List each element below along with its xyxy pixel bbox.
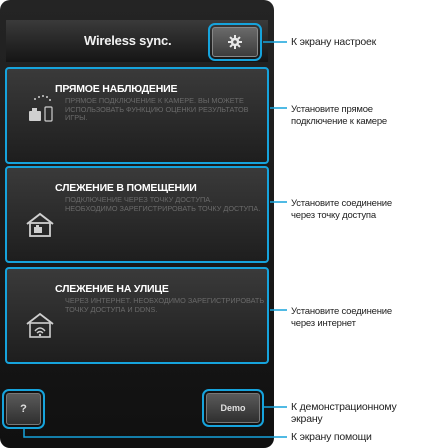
callout-indoor-line2: через точку доступа (291, 210, 376, 221)
callout-demo-line1: К демонстрационному (291, 401, 397, 413)
callout-settings: К экрану настроек (291, 36, 377, 48)
callout-indoor-line1: Установите соединение (291, 198, 392, 209)
callout-direct-line2: подключение к камере (291, 116, 388, 127)
callout-demo-line2: экрану (291, 413, 323, 425)
callout-help: К экрану помощи (291, 431, 372, 443)
callout-lines (23, 41, 287, 438)
callout-outdoor-line2: через интернет (291, 318, 356, 329)
callout-outdoor-line1: Установите соединение (291, 306, 392, 317)
callout-direct-line1: Установите прямое (291, 104, 373, 115)
